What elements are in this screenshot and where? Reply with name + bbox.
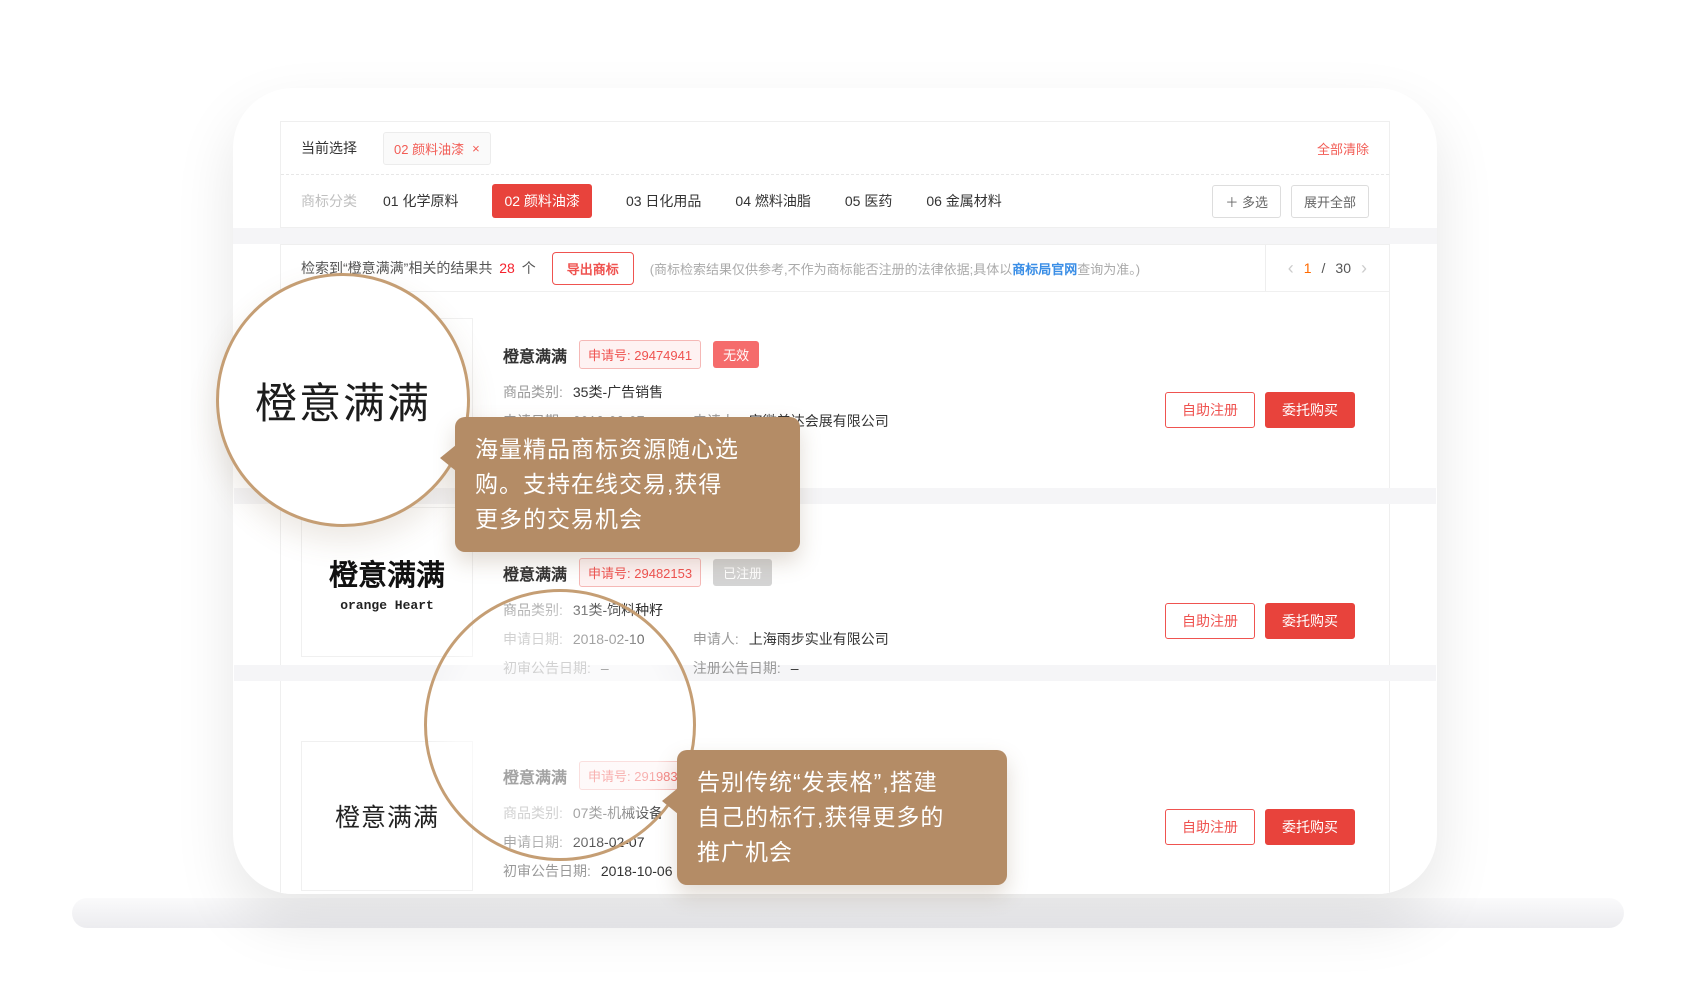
- selected-filter-tag[interactable]: 02 颜料油漆 ×: [383, 132, 491, 165]
- pagination-separator: /: [1322, 260, 1326, 276]
- results-summary-suffix: 个: [522, 260, 536, 276]
- results-header: 检索到“橙意满满”相关的结果共 28 个 导出商标 (商标检索结果仅供参考,不作…: [281, 245, 1389, 292]
- entrust-buy-button[interactable]: 委托购买: [1265, 809, 1355, 845]
- filter-panel: 当前选择 02 颜料油漆 × 全部清除 商标分类 01 化学原料 02 颜料油漆…: [280, 121, 1390, 228]
- self-register-button[interactable]: 自助注册: [1165, 392, 1255, 428]
- category-item-04[interactable]: 04 燃料油脂: [735, 191, 810, 211]
- section-gap: [233, 228, 1437, 244]
- applicant-pair: 申请人: 上海雨步实业有限公司: [693, 631, 889, 647]
- tooltip-promotion: 告别传统“发表格”,搭建 自己的标行,获得更多的 推广机会: [677, 750, 1007, 885]
- close-icon[interactable]: ×: [472, 142, 480, 155]
- results-disclaimer: (商标检索结果仅供参考,不作为商标能否注册的法律依据;具体以商标局官网查询为准。…: [650, 259, 1140, 278]
- application-number-value: 29482153: [634, 566, 692, 581]
- category-item-02-selected[interactable]: 02 颜料油漆: [492, 184, 591, 218]
- field-label: 申请人:: [693, 631, 739, 647]
- pagination-total: 30: [1335, 260, 1351, 276]
- disclaimer-before: (商标检索结果仅供参考,不作为商标能否注册的法律依据;具体以: [650, 262, 1013, 277]
- magnifier-circle-1: 橙意满满: [216, 273, 470, 527]
- disclaimer-after: 查询为准。): [1077, 262, 1140, 277]
- entrust-buy-button[interactable]: 委托购买: [1265, 603, 1355, 639]
- result-row-2: 橙意满满 orange Heart 橙意满满 申请号: 29482153 已注册…: [281, 504, 1389, 665]
- pagination: ‹ 1 / 30 ›: [1265, 245, 1389, 291]
- selected-filter-tag-label: 02 颜料油漆: [394, 139, 464, 158]
- results-count: 28: [496, 260, 518, 276]
- trademark-name: 橙意满满: [503, 343, 567, 367]
- multi-select-button[interactable]: ＋ 多选: [1212, 185, 1281, 218]
- field-label: 初审公告日期:: [503, 863, 591, 879]
- reg-notice-pair: 注册公告日期:–: [693, 660, 799, 676]
- category-item-01[interactable]: 01 化学原料: [383, 191, 458, 211]
- field-value: 35类-广告销售: [573, 384, 663, 400]
- application-number-tag: 申请号: 29474941: [579, 340, 701, 369]
- notice-date-line: 初审公告日期: 2018-10-06: [503, 861, 701, 881]
- row-actions: 自助注册 委托购买: [1165, 809, 1355, 845]
- category-item-05[interactable]: 05 医药: [845, 191, 892, 211]
- export-trademark-button[interactable]: 导出商标: [552, 252, 634, 285]
- tooltip-line: 自己的标行,获得更多的: [697, 800, 987, 835]
- tooltip-line: 海量精品商标资源随心选: [475, 432, 780, 467]
- current-selection-row: 当前选择 02 颜料油漆 × 全部清除: [281, 122, 1389, 174]
- field-value: 上海雨步实业有限公司: [749, 631, 889, 647]
- category-label: 商标分类: [301, 191, 357, 211]
- status-badge-invalid: 无效: [713, 341, 759, 368]
- trademark-search-mockup: 当前选择 02 颜料油漆 × 全部清除 商标分类 01 化学原料 02 颜料油漆…: [0, 0, 1696, 1002]
- row-actions: 自助注册 委托购买: [1165, 392, 1355, 428]
- self-register-button[interactable]: 自助注册: [1165, 603, 1255, 639]
- trademark-image-subtext: orange Heart: [340, 598, 434, 613]
- category-item-03[interactable]: 03 日化用品: [626, 191, 701, 211]
- field-label: 注册公告日期:: [693, 660, 781, 676]
- application-number-value: 29474941: [634, 348, 692, 363]
- trademark-image-text: 橙意满满: [335, 798, 439, 834]
- chevron-left-icon[interactable]: ‹: [1288, 258, 1294, 279]
- status-badge-registered: 已注册: [713, 559, 772, 586]
- self-register-button[interactable]: 自助注册: [1165, 809, 1255, 845]
- clear-all-button[interactable]: 全部清除: [1317, 139, 1369, 158]
- tooltip-arrow-left-icon: [440, 445, 456, 471]
- trademark-name: 橙意满满: [503, 561, 567, 585]
- category-item-06[interactable]: 06 金属材料: [926, 191, 1001, 211]
- field-value: –: [791, 660, 799, 676]
- tooltip-marketplace: 海量精品商标资源随心选 购。支持在线交易,获得 更多的交易机会: [455, 417, 800, 552]
- application-number-label: 申请号:: [588, 348, 631, 363]
- field-value: 2018-10-06: [601, 863, 673, 879]
- tooltip-line: 购。支持在线交易,获得: [475, 467, 780, 502]
- entrust-buy-button[interactable]: 委托购买: [1265, 392, 1355, 428]
- trademark-image-2: 橙意满满 orange Heart: [301, 507, 473, 657]
- category-row: 商标分类 01 化学原料 02 颜料油漆 03 日化用品 04 燃料油脂 05 …: [281, 174, 1389, 227]
- tooltip-line: 告别传统“发表格”,搭建: [697, 765, 987, 800]
- trademark-office-link[interactable]: 商标局官网: [1012, 262, 1077, 277]
- pagination-current: 1: [1304, 260, 1312, 276]
- title-line: 橙意满满 申请号: 29482153 已注册: [503, 558, 889, 587]
- tooltip-line: 更多的交易机会: [475, 502, 780, 537]
- chevron-right-icon[interactable]: ›: [1361, 258, 1367, 279]
- title-line: 橙意满满 申请号: 29474941 无效: [503, 340, 889, 369]
- field-label: 商品类别:: [503, 384, 563, 400]
- category-line: 商品类别: 35类-广告销售: [503, 382, 889, 402]
- current-selection-label: 当前选择: [301, 138, 357, 158]
- application-number-label: 申请号:: [588, 566, 631, 581]
- magnified-trademark-text: 橙意满满: [255, 370, 431, 431]
- application-number-tag: 申请号: 29482153: [579, 558, 701, 587]
- expand-all-button[interactable]: 展开全部: [1291, 185, 1369, 218]
- laptop-base: [72, 898, 1624, 928]
- magnifier-circle-2: [424, 589, 696, 861]
- trademark-image-text: 橙意满满: [329, 552, 445, 594]
- row-actions: 自助注册 委托购买: [1165, 603, 1355, 639]
- tooltip-arrow-left-icon: [662, 788, 678, 814]
- tooltip-line: 推广机会: [697, 835, 987, 870]
